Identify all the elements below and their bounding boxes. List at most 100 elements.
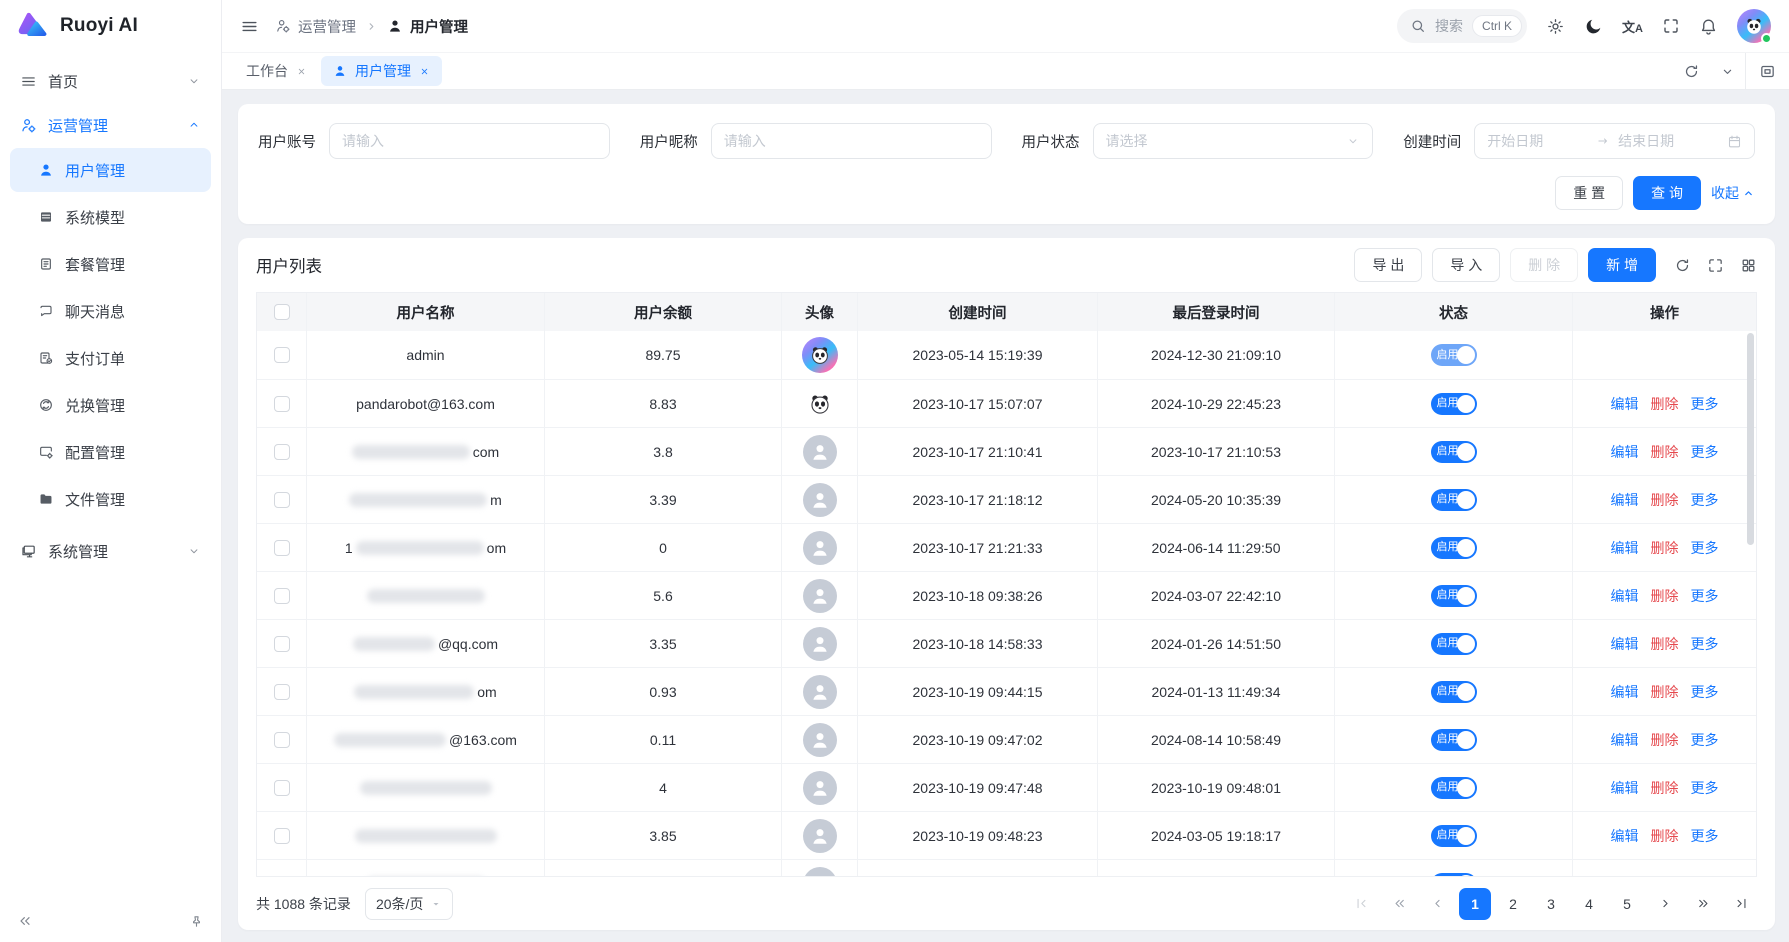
- edit-link[interactable]: 编辑: [1611, 778, 1639, 798]
- more-link[interactable]: 更多: [1691, 634, 1719, 654]
- more-link[interactable]: 更多: [1691, 730, 1719, 750]
- sidebar-item-file-management[interactable]: 文件管理: [10, 477, 211, 521]
- tab-close-icon[interactable]: [296, 66, 307, 77]
- reset-button[interactable]: 重 置: [1555, 176, 1623, 210]
- page-button-5[interactable]: 5: [1611, 888, 1643, 920]
- delete-link[interactable]: 删除: [1651, 394, 1679, 414]
- edit-link[interactable]: 编辑: [1611, 634, 1639, 654]
- sidebar-item-config-management[interactable]: 配置管理: [10, 430, 211, 474]
- page-button-3[interactable]: 3: [1535, 888, 1567, 920]
- sidebar-item-payment-orders[interactable]: 支付订单: [10, 336, 211, 380]
- sidebar-item-exchange-management[interactable]: 兑换管理: [10, 383, 211, 427]
- export-button[interactable]: 导 出: [1354, 248, 1422, 282]
- sidebar-item-chat-messages[interactable]: 聊天消息: [10, 289, 211, 333]
- sidebar-section-home[interactable]: 首页: [10, 60, 211, 102]
- dark-mode-moon-icon[interactable]: [1584, 17, 1603, 36]
- delete-link[interactable]: 删除: [1651, 538, 1679, 558]
- select-all-checkbox[interactable]: [274, 304, 290, 320]
- delete-link[interactable]: 删除: [1651, 730, 1679, 750]
- column-settings-grid-icon[interactable]: [1740, 257, 1757, 274]
- row-checkbox[interactable]: [274, 396, 290, 412]
- edit-link[interactable]: 编辑: [1611, 490, 1639, 510]
- tab-workbench[interactable]: 工作台: [234, 56, 319, 86]
- collapse-filter-link[interactable]: 收起: [1711, 183, 1755, 203]
- status-toggle[interactable]: 启用: [1431, 344, 1477, 366]
- last-page-button[interactable]: [1725, 888, 1757, 920]
- more-link[interactable]: 更多: [1691, 538, 1719, 558]
- row-checkbox[interactable]: [274, 684, 290, 700]
- breadcrumb-item-operations[interactable]: 运营管理: [275, 16, 356, 37]
- sidebar-section-system[interactable]: 系统管理: [10, 530, 211, 572]
- table-fullscreen-icon[interactable]: [1707, 257, 1724, 274]
- language-translate-icon[interactable]: 文A: [1622, 17, 1643, 36]
- edit-link[interactable]: 编辑: [1611, 826, 1639, 846]
- edit-link[interactable]: 编辑: [1611, 442, 1639, 462]
- row-checkbox[interactable]: [274, 636, 290, 652]
- row-checkbox[interactable]: [274, 540, 290, 556]
- sidebar-collapse-button[interactable]: [12, 908, 38, 934]
- delete-link[interactable]: 删除: [1651, 634, 1679, 654]
- row-checkbox[interactable]: [274, 492, 290, 508]
- more-link[interactable]: 更多: [1691, 394, 1719, 414]
- status-toggle[interactable]: 启用: [1431, 585, 1477, 607]
- status-toggle[interactable]: 启用: [1431, 777, 1477, 799]
- tab-menu-chevron-down-icon[interactable]: [1709, 53, 1745, 89]
- previous-page-button[interactable]: [1421, 888, 1453, 920]
- add-button[interactable]: 新 增: [1588, 248, 1656, 282]
- filter-user-status-select[interactable]: 请选择: [1093, 123, 1374, 159]
- more-link[interactable]: 更多: [1691, 778, 1719, 798]
- edit-link[interactable]: 编辑: [1611, 682, 1639, 702]
- edit-link[interactable]: 编辑: [1611, 730, 1639, 750]
- settings-gear-icon[interactable]: [1546, 17, 1565, 36]
- import-button[interactable]: 导 入: [1432, 248, 1500, 282]
- page-button-1[interactable]: 1: [1459, 888, 1491, 920]
- table-refresh-icon[interactable]: [1674, 257, 1691, 274]
- more-link[interactable]: 更多: [1691, 442, 1719, 462]
- table-scrollbar[interactable]: [1747, 333, 1754, 874]
- delete-link[interactable]: 删除: [1651, 586, 1679, 606]
- filter-user-nickname-input[interactable]: 请输入: [711, 123, 992, 159]
- more-link[interactable]: 更多: [1691, 682, 1719, 702]
- row-checkbox[interactable]: [274, 732, 290, 748]
- row-checkbox[interactable]: [274, 444, 290, 460]
- content-fullscreen-icon[interactable]: [1745, 53, 1789, 89]
- more-link[interactable]: 更多: [1691, 826, 1719, 846]
- tab-close-icon[interactable]: [419, 66, 430, 77]
- sidebar-section-operations[interactable]: 运营管理: [10, 104, 211, 146]
- jump-forward-button[interactable]: [1687, 888, 1719, 920]
- delete-link[interactable]: 删除: [1651, 442, 1679, 462]
- delete-button[interactable]: 删 除: [1510, 248, 1578, 282]
- delete-link[interactable]: 删除: [1651, 826, 1679, 846]
- menu-toggle-icon[interactable]: [240, 17, 259, 36]
- notifications-bell-icon[interactable]: [1699, 17, 1718, 36]
- delete-link[interactable]: 删除: [1651, 778, 1679, 798]
- tab-user-management[interactable]: 用户管理: [321, 56, 442, 86]
- delete-link[interactable]: 删除: [1651, 682, 1679, 702]
- row-checkbox[interactable]: [274, 828, 290, 844]
- edit-link[interactable]: 编辑: [1611, 538, 1639, 558]
- row-checkbox[interactable]: [274, 347, 290, 363]
- status-toggle[interactable]: 启用: [1431, 393, 1477, 415]
- delete-link[interactable]: 删除: [1651, 490, 1679, 510]
- scrollbar-thumb[interactable]: [1747, 333, 1754, 545]
- fullscreen-icon[interactable]: [1662, 17, 1680, 35]
- sidebar-item-package-management[interactable]: 套餐管理: [10, 242, 211, 286]
- row-checkbox[interactable]: [274, 588, 290, 604]
- status-toggle[interactable]: 启用: [1431, 489, 1477, 511]
- status-toggle[interactable]: 启用: [1431, 633, 1477, 655]
- status-toggle[interactable]: 启用: [1431, 729, 1477, 751]
- user-avatar[interactable]: [1737, 9, 1771, 43]
- refresh-page-icon[interactable]: [1673, 53, 1709, 89]
- row-checkbox[interactable]: [274, 780, 290, 796]
- sidebar-item-user-management[interactable]: 用户管理: [10, 148, 211, 192]
- global-search[interactable]: 搜索 Ctrl K: [1397, 9, 1527, 43]
- status-toggle[interactable]: 启用: [1431, 537, 1477, 559]
- first-page-button[interactable]: [1345, 888, 1377, 920]
- status-toggle[interactable]: 启用: [1431, 441, 1477, 463]
- edit-link[interactable]: 编辑: [1611, 394, 1639, 414]
- pin-sidebar-icon[interactable]: [183, 908, 209, 934]
- filter-create-time-daterange[interactable]: 开始日期结束日期: [1474, 123, 1755, 159]
- next-page-button[interactable]: [1649, 888, 1681, 920]
- page-button-4[interactable]: 4: [1573, 888, 1605, 920]
- filter-user-account-input[interactable]: 请输入: [329, 123, 610, 159]
